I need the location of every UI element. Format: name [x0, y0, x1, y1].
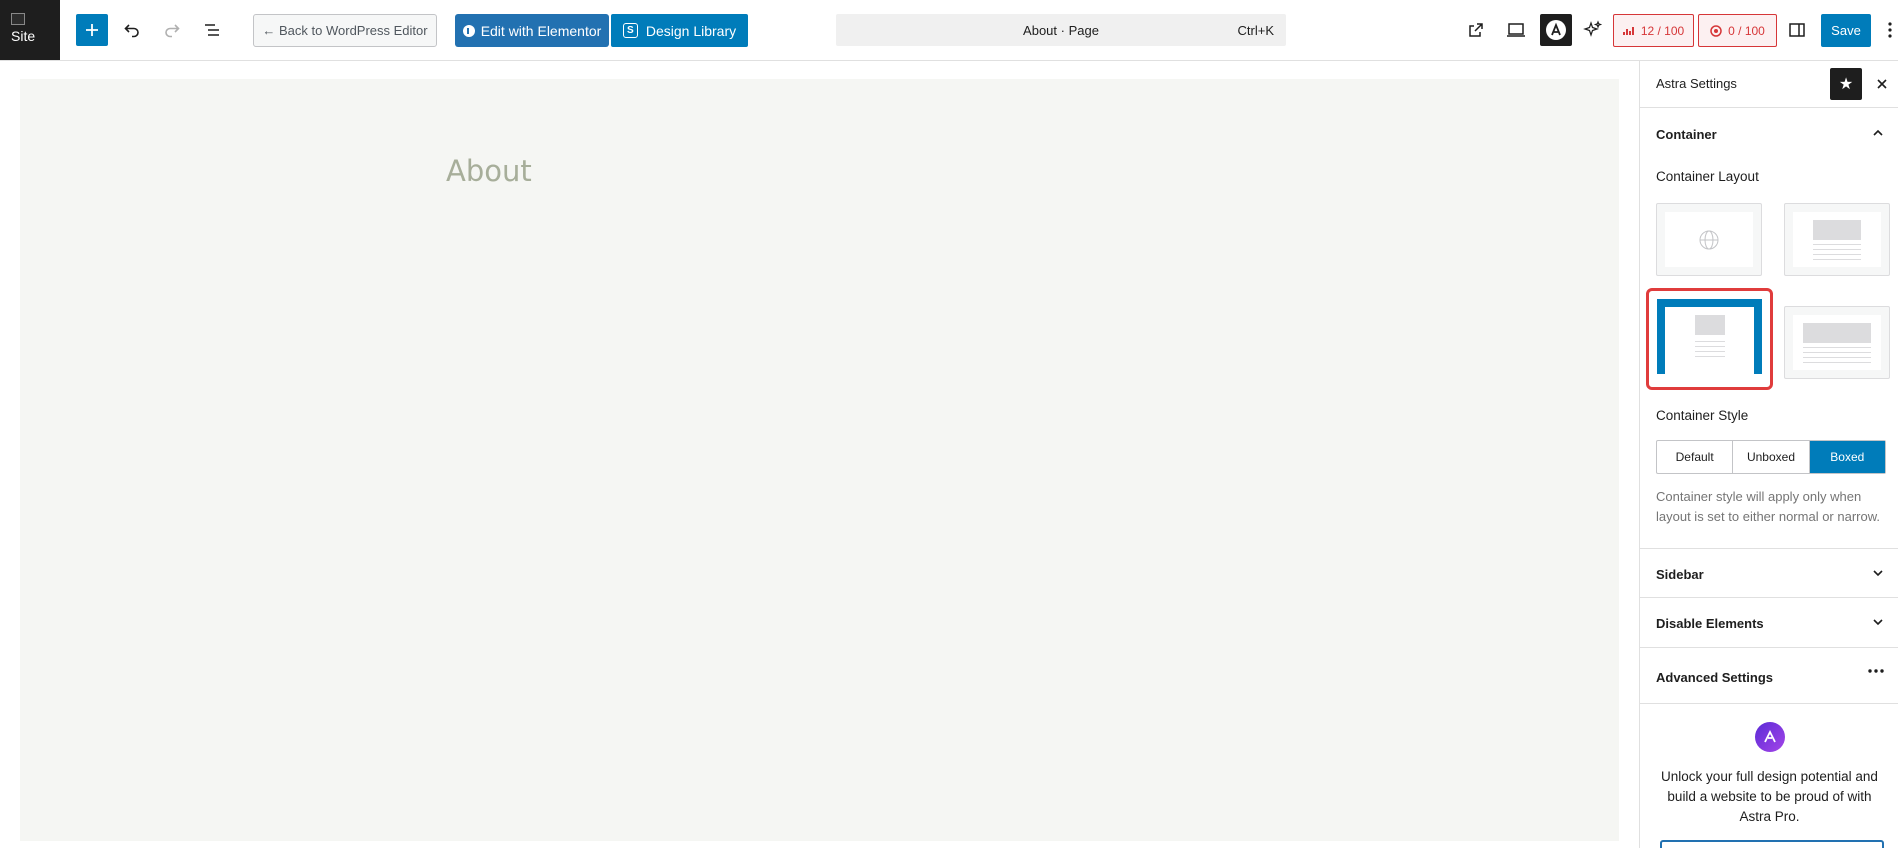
external-link-icon — [1469, 23, 1483, 37]
astra-logo-icon — [1546, 20, 1566, 40]
close-sidebar-button[interactable] — [1870, 68, 1894, 100]
sidebar-toggle-icon — [1789, 23, 1805, 37]
redo-button[interactable] — [156, 14, 188, 46]
disable-elements-panel-toggle[interactable]: Disable Elements — [1640, 598, 1898, 648]
site-label: Site — [11, 28, 36, 44]
more-vertical-icon — [1888, 22, 1892, 38]
astra-settings-sidebar: Astra Settings ★ Container Container Lay… — [1639, 61, 1898, 848]
sidebar-header: Astra Settings ★ — [1640, 61, 1898, 108]
upgrade-astra-pro-button[interactable] — [1660, 840, 1884, 848]
view-page-button[interactable] — [1460, 14, 1492, 46]
advanced-settings-panel-label: Advanced Settings — [1656, 670, 1774, 685]
toggle-settings-button[interactable] — [1781, 14, 1813, 46]
layout-preview — [1665, 212, 1753, 267]
redo-icon — [165, 24, 180, 38]
layout-option-narrow-width[interactable] — [1784, 203, 1890, 276]
design-library-button[interactable]: S Design Library — [611, 14, 748, 47]
container-panel-toggle[interactable]: Container — [1640, 109, 1898, 159]
spectra-icon: S — [622, 23, 638, 38]
disable-elements-panel-label: Disable Elements — [1656, 616, 1764, 631]
elementor-icon — [462, 24, 475, 37]
page-canvas[interactable]: About — [20, 79, 1619, 841]
layout-preview — [1793, 315, 1881, 370]
layout-option-full-width-stretched[interactable] — [1656, 203, 1762, 276]
layout-preview — [1657, 299, 1762, 374]
options-menu-button[interactable] — [1884, 14, 1896, 46]
seo-score-button[interactable]: 12 / 100 — [1613, 14, 1694, 47]
style-option-unboxed[interactable]: Unboxed — [1733, 441, 1810, 473]
astra-pro-logo-icon — [1755, 722, 1785, 752]
back-to-wordpress-editor-button[interactable]: ← Back to WordPress Editor — [253, 14, 437, 47]
edit-with-elementor-button[interactable]: Edit with Elementor — [455, 14, 609, 47]
command-shortcut: Ctrl+K — [1237, 23, 1274, 38]
readability-score: 0 / 100 — [1728, 23, 1765, 38]
layout-option-full-width-contained[interactable] — [1784, 306, 1890, 379]
readability-score-button[interactable]: 0 / 100 — [1698, 14, 1777, 47]
sparkles-icon — [1583, 20, 1603, 37]
container-style-toggle-group: Default Unboxed Boxed — [1656, 440, 1886, 474]
container-style-label: Container Style — [1656, 408, 1749, 423]
document-overview-button[interactable] — [196, 14, 228, 46]
design-library-label: Design Library — [645, 22, 737, 39]
astra-pro-promo-text: Unlock your full design potential and bu… — [1661, 769, 1878, 824]
more-horizontal-icon — [1868, 669, 1884, 673]
editor-canvas-area: About — [0, 61, 1639, 848]
list-view-icon — [205, 24, 219, 36]
desktop-icon — [1507, 23, 1525, 37]
sidebar-panel-toggle[interactable]: Sidebar — [1640, 548, 1898, 598]
elementor-label: Edit with Elementor — [480, 22, 602, 39]
document-title: About · Page — [1023, 22, 1099, 38]
seo-chart-icon — [1622, 26, 1634, 35]
editor-header: Site ← Back to WordPress Editor Edit wit… — [0, 0, 1898, 61]
globe-icon — [1699, 230, 1719, 249]
container-style-help: Container style will apply only when lay… — [1656, 489, 1880, 524]
seo-score: 12 / 100 — [1640, 23, 1685, 38]
close-icon — [1877, 79, 1887, 89]
container-layout-label: Container Layout — [1656, 169, 1759, 184]
star-icon: ★ — [1838, 76, 1854, 93]
undo-button[interactable] — [116, 14, 148, 46]
layout-preview — [1793, 212, 1881, 267]
save-button[interactable]: Save — [1821, 14, 1871, 47]
page-title[interactable]: About — [446, 154, 532, 188]
site-icon-button[interactable]: Site — [0, 0, 60, 60]
chevron-down-icon — [1873, 619, 1883, 626]
advanced-settings-panel-toggle[interactable]: Advanced Settings — [1640, 648, 1898, 704]
style-option-boxed[interactable]: Boxed — [1809, 441, 1885, 473]
readability-icon — [1710, 24, 1722, 37]
chevron-down-icon — [1873, 570, 1883, 577]
sidebar-title: Astra Settings — [1656, 76, 1737, 91]
astra-settings-button[interactable] — [1540, 14, 1572, 46]
block-inserter-button[interactable] — [76, 14, 108, 46]
broken-image-icon — [11, 13, 25, 25]
sidebar-panel-label: Sidebar — [1656, 567, 1704, 582]
undo-icon — [124, 24, 139, 38]
command-palette-button[interactable]: About · Page Ctrl+K — [836, 14, 1286, 46]
plus-icon — [86, 24, 98, 36]
container-panel-label: Container — [1656, 127, 1717, 142]
ai-assistant-button[interactable] — [1577, 14, 1609, 46]
layout-option-normal-width[interactable] — [1646, 288, 1773, 390]
chevron-up-icon — [1873, 129, 1883, 136]
pin-sidebar-button[interactable]: ★ — [1830, 68, 1862, 100]
style-option-default[interactable]: Default — [1657, 441, 1734, 473]
preview-device-button[interactable] — [1500, 14, 1532, 46]
